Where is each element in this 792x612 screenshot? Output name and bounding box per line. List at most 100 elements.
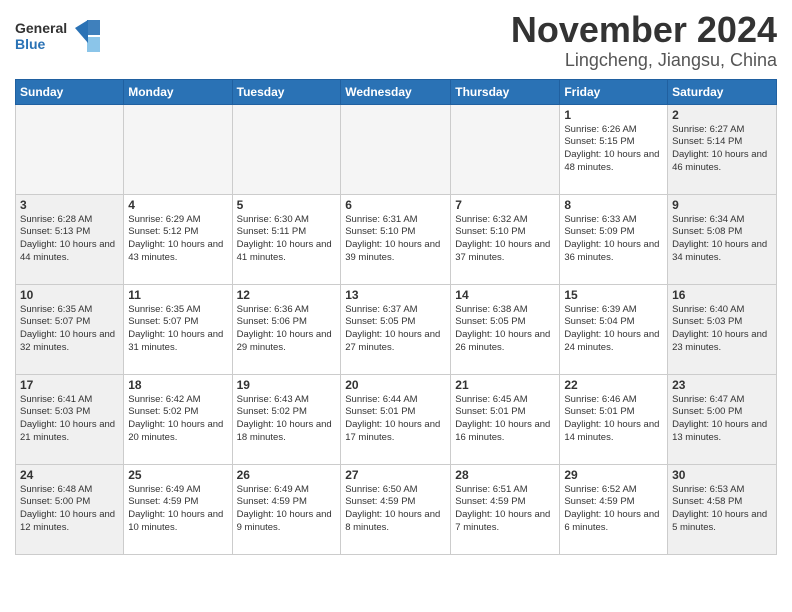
header: General Blue November 2024 Lingcheng, Ji… bbox=[15, 10, 777, 71]
calendar-cell: 29 Sunrise: 6:52 AMSunset: 4:59 PMDayligh… bbox=[560, 464, 668, 554]
day-number: 1 bbox=[564, 108, 663, 122]
calendar-cell bbox=[16, 104, 124, 194]
logo-area: General Blue bbox=[15, 10, 105, 65]
svg-text:Blue: Blue bbox=[15, 36, 46, 52]
day-info: Sunrise: 6:42 AMSunset: 5:02 PMDaylight:… bbox=[128, 394, 227, 445]
col-thursday: Thursday bbox=[451, 79, 560, 104]
day-number: 17 bbox=[20, 378, 119, 392]
day-info: Sunrise: 6:36 AMSunset: 5:06 PMDaylight:… bbox=[237, 304, 337, 355]
calendar-cell bbox=[232, 104, 341, 194]
calendar-cell bbox=[124, 104, 232, 194]
col-friday: Friday bbox=[560, 79, 668, 104]
calendar-cell: 1 Sunrise: 6:26 AMSunset: 5:15 PMDaylight… bbox=[560, 104, 668, 194]
page: General Blue November 2024 Lingcheng, Ji… bbox=[0, 0, 792, 570]
day-number: 12 bbox=[237, 288, 337, 302]
calendar-cell: 27 Sunrise: 6:50 AMSunset: 4:59 PMDayligh… bbox=[341, 464, 451, 554]
calendar-cell: 25 Sunrise: 6:49 AMSunset: 4:59 PMDayligh… bbox=[124, 464, 232, 554]
logo: General Blue bbox=[15, 15, 105, 65]
page-title: November 2024 bbox=[511, 10, 777, 50]
day-info: Sunrise: 6:29 AMSunset: 5:12 PMDaylight:… bbox=[128, 214, 227, 265]
calendar-cell bbox=[451, 104, 560, 194]
day-number: 16 bbox=[672, 288, 772, 302]
day-number: 20 bbox=[345, 378, 446, 392]
col-saturday: Saturday bbox=[668, 79, 777, 104]
day-info: Sunrise: 6:26 AMSunset: 5:15 PMDaylight:… bbox=[564, 124, 663, 175]
day-info: Sunrise: 6:33 AMSunset: 5:09 PMDaylight:… bbox=[564, 214, 663, 265]
calendar-cell: 16 Sunrise: 6:40 AMSunset: 5:03 PMDayligh… bbox=[668, 284, 777, 374]
day-info: Sunrise: 6:43 AMSunset: 5:02 PMDaylight:… bbox=[237, 394, 337, 445]
day-info: Sunrise: 6:35 AMSunset: 5:07 PMDaylight:… bbox=[128, 304, 227, 355]
day-info: Sunrise: 6:41 AMSunset: 5:03 PMDaylight:… bbox=[20, 394, 119, 445]
calendar-cell: 17 Sunrise: 6:41 AMSunset: 5:03 PMDayligh… bbox=[16, 374, 124, 464]
day-number: 15 bbox=[564, 288, 663, 302]
day-number: 5 bbox=[237, 198, 337, 212]
day-number: 11 bbox=[128, 288, 227, 302]
day-number: 18 bbox=[128, 378, 227, 392]
day-number: 29 bbox=[564, 468, 663, 482]
calendar-cell: 15 Sunrise: 6:39 AMSunset: 5:04 PMDayligh… bbox=[560, 284, 668, 374]
day-info: Sunrise: 6:31 AMSunset: 5:10 PMDaylight:… bbox=[345, 214, 446, 265]
day-number: 14 bbox=[455, 288, 555, 302]
day-info: Sunrise: 6:48 AMSunset: 5:00 PMDaylight:… bbox=[20, 484, 119, 535]
day-number: 25 bbox=[128, 468, 227, 482]
day-number: 9 bbox=[672, 198, 772, 212]
calendar-cell: 22Sunrise: 6:46 AMSunset: 5:01 PMDayligh… bbox=[560, 374, 668, 464]
day-number: 4 bbox=[128, 198, 227, 212]
day-info: Sunrise: 6:53 AMSunset: 4:58 PMDaylight:… bbox=[672, 484, 772, 535]
day-number: 28 bbox=[455, 468, 555, 482]
day-info: Sunrise: 6:49 AMSunset: 4:59 PMDaylight:… bbox=[128, 484, 227, 535]
calendar-cell: 10 Sunrise: 6:35 AMSunset: 5:07 PMDayligh… bbox=[16, 284, 124, 374]
calendar-cell: 28 Sunrise: 6:51 AMSunset: 4:59 PMDayligh… bbox=[451, 464, 560, 554]
page-subtitle: Lingcheng, Jiangsu, China bbox=[511, 50, 777, 71]
calendar-cell: 4 Sunrise: 6:29 AMSunset: 5:12 PMDaylight… bbox=[124, 194, 232, 284]
calendar-cell: 7Sunrise: 6:32 AMSunset: 5:10 PMDaylight… bbox=[451, 194, 560, 284]
svg-text:General: General bbox=[15, 20, 67, 36]
calendar-week-row: 10 Sunrise: 6:35 AMSunset: 5:07 PMDayligh… bbox=[16, 284, 777, 374]
day-info: Sunrise: 6:35 AMSunset: 5:07 PMDaylight:… bbox=[20, 304, 119, 355]
calendar-cell: 3 Sunrise: 6:28 AMSunset: 5:13 PMDaylight… bbox=[16, 194, 124, 284]
day-info: Sunrise: 6:38 AMSunset: 5:05 PMDaylight:… bbox=[455, 304, 555, 355]
calendar-cell: 20 Sunrise: 6:44 AMSunset: 5:01 PMDayligh… bbox=[341, 374, 451, 464]
day-number: 23 bbox=[672, 378, 772, 392]
day-number: 19 bbox=[237, 378, 337, 392]
logo-icon: General Blue bbox=[15, 15, 105, 60]
day-info: Sunrise: 6:44 AMSunset: 5:01 PMDaylight:… bbox=[345, 394, 446, 445]
day-info: Sunrise: 6:30 AMSunset: 5:11 PMDaylight:… bbox=[237, 214, 337, 265]
day-number: 6 bbox=[345, 198, 446, 212]
calendar-cell: 5 Sunrise: 6:30 AMSunset: 5:11 PMDaylight… bbox=[232, 194, 341, 284]
calendar-cell: 23 Sunrise: 6:47 AMSunset: 5:00 PMDayligh… bbox=[668, 374, 777, 464]
calendar-cell: 24 Sunrise: 6:48 AMSunset: 5:00 PMDayligh… bbox=[16, 464, 124, 554]
calendar-cell: 30Sunrise: 6:53 AMSunset: 4:58 PMDayligh… bbox=[668, 464, 777, 554]
calendar-cell: 18 Sunrise: 6:42 AMSunset: 5:02 PMDayligh… bbox=[124, 374, 232, 464]
calendar-cell: 6 Sunrise: 6:31 AMSunset: 5:10 PMDaylight… bbox=[341, 194, 451, 284]
day-number: 13 bbox=[345, 288, 446, 302]
calendar-cell: 26 Sunrise: 6:49 AMSunset: 4:59 PMDayligh… bbox=[232, 464, 341, 554]
day-info: Sunrise: 6:47 AMSunset: 5:00 PMDaylight:… bbox=[672, 394, 772, 445]
calendar-cell: 21Sunrise: 6:45 AMSunset: 5:01 PMDayligh… bbox=[451, 374, 560, 464]
day-info: Sunrise: 6:46 AMSunset: 5:01 PMDaylight:… bbox=[564, 394, 663, 445]
day-number: 3 bbox=[20, 198, 119, 212]
day-info: Sunrise: 6:49 AMSunset: 4:59 PMDaylight:… bbox=[237, 484, 337, 535]
col-monday: Monday bbox=[124, 79, 232, 104]
calendar-week-row: 24 Sunrise: 6:48 AMSunset: 5:00 PMDayligh… bbox=[16, 464, 777, 554]
day-info: Sunrise: 6:40 AMSunset: 5:03 PMDaylight:… bbox=[672, 304, 772, 355]
calendar-cell bbox=[341, 104, 451, 194]
calendar-cell: 8Sunrise: 6:33 AMSunset: 5:09 PMDaylight… bbox=[560, 194, 668, 284]
day-info: Sunrise: 6:39 AMSunset: 5:04 PMDaylight:… bbox=[564, 304, 663, 355]
calendar-table: Sunday Monday Tuesday Wednesday Thursday… bbox=[15, 79, 777, 555]
day-number: 26 bbox=[237, 468, 337, 482]
day-info: Sunrise: 6:51 AMSunset: 4:59 PMDaylight:… bbox=[455, 484, 555, 535]
calendar-header-row: Sunday Monday Tuesday Wednesday Thursday… bbox=[16, 79, 777, 104]
calendar-cell: 14 Sunrise: 6:38 AMSunset: 5:05 PMDayligh… bbox=[451, 284, 560, 374]
day-info: Sunrise: 6:37 AMSunset: 5:05 PMDaylight:… bbox=[345, 304, 446, 355]
day-info: Sunrise: 6:50 AMSunset: 4:59 PMDaylight:… bbox=[345, 484, 446, 535]
day-number: 10 bbox=[20, 288, 119, 302]
calendar-week-row: 3 Sunrise: 6:28 AMSunset: 5:13 PMDaylight… bbox=[16, 194, 777, 284]
day-number: 24 bbox=[20, 468, 119, 482]
calendar-week-row: 17 Sunrise: 6:41 AMSunset: 5:03 PMDayligh… bbox=[16, 374, 777, 464]
day-number: 27 bbox=[345, 468, 446, 482]
day-info: Sunrise: 6:28 AMSunset: 5:13 PMDaylight:… bbox=[20, 214, 119, 265]
day-info: Sunrise: 6:52 AMSunset: 4:59 PMDaylight:… bbox=[564, 484, 663, 535]
calendar-week-row: 1 Sunrise: 6:26 AMSunset: 5:15 PMDaylight… bbox=[16, 104, 777, 194]
title-area: November 2024 Lingcheng, Jiangsu, China bbox=[511, 10, 777, 71]
